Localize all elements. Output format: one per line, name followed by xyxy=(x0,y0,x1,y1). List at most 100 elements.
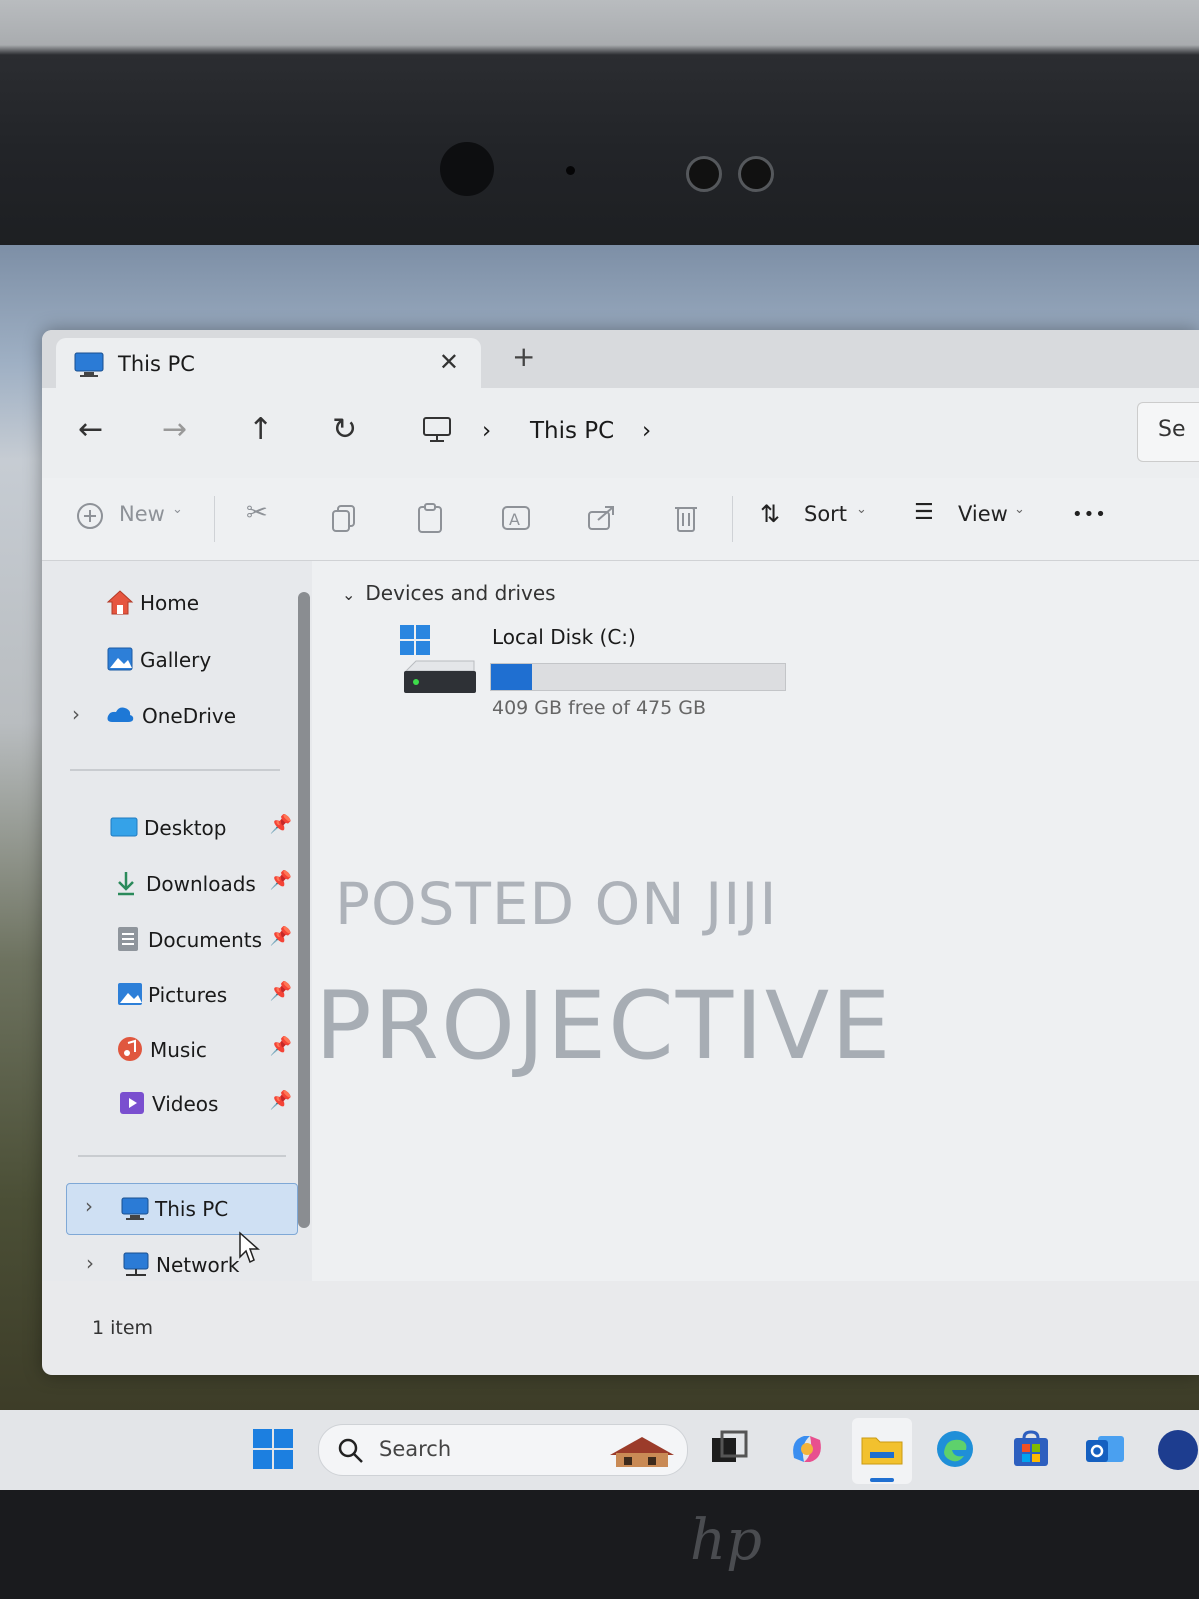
paste-icon[interactable] xyxy=(416,502,444,534)
sidebar-item-label: Videos xyxy=(152,1092,219,1116)
chevron-right-icon: › xyxy=(86,1251,94,1275)
copilot-icon[interactable] xyxy=(786,1428,828,1470)
copy-icon[interactable] xyxy=(330,504,358,534)
tab-this-pc[interactable]: This PC ✕ xyxy=(56,338,481,390)
sidebar-item-network[interactable]: › Network xyxy=(42,1245,302,1285)
sensor-icon xyxy=(738,156,774,192)
chevron-down-icon: ⌄ xyxy=(1014,502,1025,517)
sidebar-scrollbar[interactable] xyxy=(298,592,310,1228)
sidebar-item-documents[interactable]: Documents 📌 xyxy=(42,920,302,960)
sidebar-item-pictures[interactable]: Pictures 📌 xyxy=(42,975,302,1015)
drive-usage-bar xyxy=(490,663,786,691)
drive-name: Local Disk (C:) xyxy=(492,625,636,649)
rename-icon[interactable]: A xyxy=(500,502,532,534)
pin-icon[interactable]: 📌 xyxy=(270,814,292,835)
share-icon[interactable] xyxy=(586,504,616,532)
sidebar-item-label: Network xyxy=(156,1253,240,1277)
new-tab-button[interactable]: + xyxy=(512,340,535,373)
sidebar-item-downloads[interactable]: Downloads 📌 xyxy=(42,864,302,904)
sidebar-item-label: Music xyxy=(150,1038,207,1062)
hp-logo: hp xyxy=(690,1508,762,1573)
laptop-bezel-top xyxy=(0,0,1199,250)
mouse-cursor-icon xyxy=(239,1231,260,1264)
sidebar-item-label: Home xyxy=(140,591,200,615)
breadcrumb-this-pc[interactable]: This PC xyxy=(530,418,614,444)
network-icon xyxy=(123,1252,149,1276)
sidebar-item-videos[interactable]: Videos 📌 xyxy=(42,1084,302,1124)
taskbar-search[interactable]: Search xyxy=(318,1424,688,1476)
svg-text:A: A xyxy=(509,510,520,529)
sort-arrows-icon: ⇅ xyxy=(760,500,781,528)
delete-icon[interactable] xyxy=(672,502,700,534)
sidebar-item-onedrive[interactable]: › OneDrive xyxy=(42,696,302,736)
refresh-icon[interactable]: ↻ xyxy=(332,412,357,447)
back-arrow-icon[interactable]: ← xyxy=(78,412,103,447)
close-icon[interactable]: ✕ xyxy=(439,348,459,376)
sort-button-label: Sort xyxy=(804,502,848,526)
pin-icon[interactable]: 📌 xyxy=(270,870,292,891)
search-highlight-icon xyxy=(610,1437,674,1467)
plus-circle-icon xyxy=(77,503,103,529)
sidebar-item-label: This PC xyxy=(155,1197,229,1221)
sidebar-item-desktop[interactable]: Desktop 📌 xyxy=(42,808,302,848)
chevron-down-icon: ⌄ xyxy=(172,502,183,517)
sort-button[interactable]: ⇅ Sort ⌄ xyxy=(760,498,870,538)
sidebar-item-gallery[interactable]: Gallery xyxy=(42,640,302,680)
sidebar-item-this-pc[interactable]: › This PC xyxy=(66,1183,298,1235)
view-button-label: View xyxy=(958,502,1008,526)
gallery-icon xyxy=(107,647,133,671)
pin-icon[interactable]: 📌 xyxy=(270,1036,292,1057)
pin-icon[interactable]: 📌 xyxy=(270,926,292,947)
monitor-icon[interactable] xyxy=(422,416,452,444)
search-icon xyxy=(338,1438,363,1463)
sensor-icon xyxy=(686,156,722,192)
drive-usage-fill xyxy=(491,664,532,690)
cut-icon[interactable]: ✂ xyxy=(246,498,268,528)
watermark-line-2: PROJECTIVE xyxy=(315,972,893,1081)
new-button[interactable]: New ⌄ xyxy=(76,498,196,538)
download-arrow-icon xyxy=(118,872,134,896)
taskbar-search-label: Search xyxy=(379,1437,452,1461)
sidebar-item-label: Pictures xyxy=(148,983,228,1007)
breadcrumb-separator[interactable]: › xyxy=(642,418,651,444)
view-list-icon: ☰ xyxy=(914,500,934,525)
view-button[interactable]: ☰ View ⌄ xyxy=(914,498,1034,538)
outlook-icon[interactable] xyxy=(1084,1428,1126,1470)
file-explorer-window: This PC ✕ + ← → ↑ ↻ › This PC › Se New ⌄… xyxy=(42,330,1199,1375)
windows-logo-icon xyxy=(400,625,430,655)
sidebar-item-home[interactable]: Home xyxy=(42,583,302,623)
pin-icon[interactable]: 📌 xyxy=(270,1090,292,1111)
watermark-line-1: POSTED ON JIJI xyxy=(335,870,778,938)
folder-icon xyxy=(861,1437,903,1465)
command-bar: New ⌄ ✂ A ⇅ Sort ⌄ ☰ View ⌄ ••• xyxy=(42,478,1199,561)
status-bar-item-count: 1 item xyxy=(92,1317,154,1339)
drive-free-space: 409 GB free of 475 GB xyxy=(492,697,707,719)
edge-browser-icon[interactable] xyxy=(934,1428,976,1470)
search-box[interactable]: Se xyxy=(1137,402,1199,462)
up-arrow-icon[interactable]: ↑ xyxy=(248,412,273,447)
sidebar-item-label: OneDrive xyxy=(142,704,237,728)
forward-arrow-icon[interactable]: → xyxy=(162,412,187,447)
sidebar-divider xyxy=(70,769,280,771)
task-view-icon[interactable] xyxy=(708,1428,750,1470)
pin-icon[interactable]: 📌 xyxy=(270,981,292,1002)
group-header-devices[interactable]: ⌄ Devices and drives xyxy=(342,581,556,605)
more-options-icon[interactable]: ••• xyxy=(1072,504,1107,525)
laptop-bezel-bottom: hp xyxy=(0,1490,1199,1599)
taskbar-file-explorer-active[interactable] xyxy=(852,1418,912,1484)
sidebar-divider xyxy=(78,1155,286,1157)
pictures-icon xyxy=(118,983,142,1005)
desktop-folder-icon xyxy=(110,817,138,837)
start-windows-icon[interactable] xyxy=(252,1428,294,1470)
videos-icon xyxy=(120,1092,144,1114)
tab-title: This PC xyxy=(118,352,195,376)
app-icon-partial[interactable] xyxy=(1158,1430,1198,1470)
cloud-icon xyxy=(107,707,134,722)
breadcrumb-separator[interactable]: › xyxy=(482,418,491,444)
hard-drive-icon xyxy=(404,660,476,693)
drive-tile-c[interactable]: Local Disk (C:) 409 GB free of 475 GB xyxy=(392,611,892,721)
sidebar-item-music[interactable]: Music 📌 xyxy=(42,1030,302,1070)
microsoft-store-icon[interactable] xyxy=(1010,1428,1052,1470)
chevron-down-icon: ⌄ xyxy=(342,585,356,604)
chevron-right-icon: › xyxy=(72,702,80,726)
